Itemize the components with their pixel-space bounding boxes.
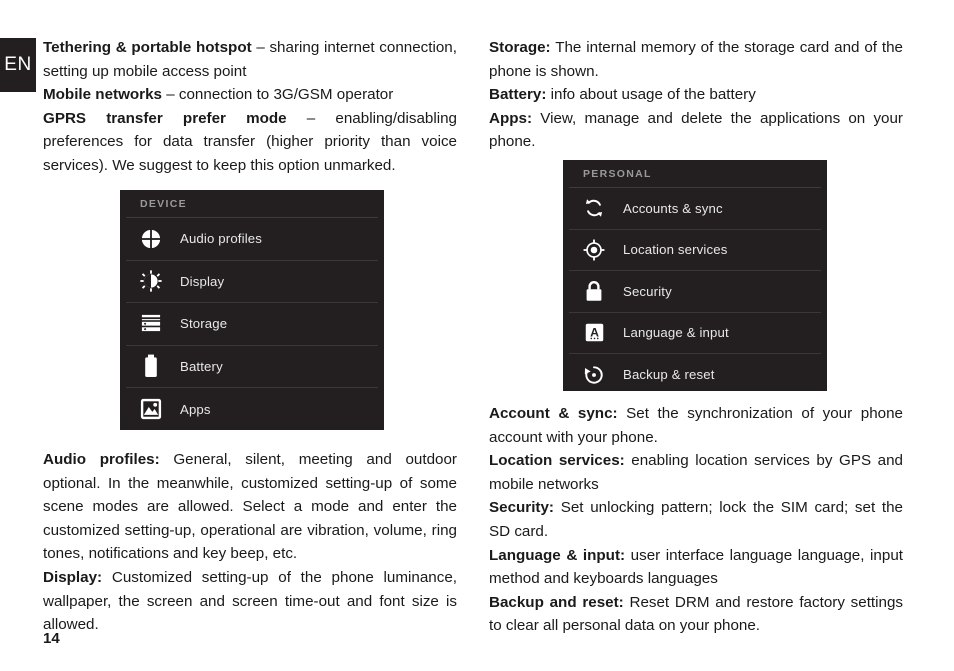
lock-icon xyxy=(579,278,609,304)
right-text-column-upper: Storage: The internal memory of the stor… xyxy=(489,36,903,154)
settings-row-label: Storage xyxy=(180,316,228,332)
sync-icon xyxy=(579,195,609,221)
settings-row-location-services[interactable]: Location services xyxy=(569,230,821,271)
term-battery: Battery: xyxy=(489,86,547,104)
paragraph-location-services: Location services: enabling location ser… xyxy=(489,449,903,496)
personal-panel-header: PERSONAL xyxy=(569,160,821,188)
settings-row-label: Backup & reset xyxy=(623,367,715,383)
term-gprs: GPRS transfer prefer mode xyxy=(43,109,287,127)
apps-image-icon xyxy=(136,396,166,422)
settings-row-label: Battery xyxy=(180,358,223,374)
settings-row-accounts-sync[interactable]: Accounts & sync xyxy=(569,188,821,230)
term-audio-profiles: Audio profiles: xyxy=(43,451,160,468)
settings-row-audio-profiles[interactable]: Audio profiles xyxy=(126,218,378,261)
paragraph-security: Security: Set unlocking pattern; lock th… xyxy=(489,496,903,543)
brightness-icon xyxy=(136,268,166,294)
paragraph-language-input: Language & input: user interface languag… xyxy=(489,544,903,591)
left-text-column: Tethering & portable hotspot – sharing i… xyxy=(43,36,457,178)
paragraph-battery: Battery: info about usage of the battery xyxy=(489,83,903,107)
battery-icon xyxy=(136,353,166,379)
settings-row-apps[interactable]: Apps xyxy=(126,388,378,431)
audio-profiles-icon xyxy=(136,226,166,252)
paragraph-storage: Storage: The internal memory of the stor… xyxy=(489,36,903,83)
paragraph-display: Display: Customized setting-up of the ph… xyxy=(43,566,457,637)
language-tab-label: EN xyxy=(4,54,32,75)
text-display: Customized setting-up of the phone lumin… xyxy=(43,568,457,634)
settings-row-label: Audio profiles xyxy=(180,231,263,247)
term-backup-reset: Backup and reset: xyxy=(489,593,624,611)
paragraph-tethering: Tethering & portable hotspot – sharing i… xyxy=(43,36,457,83)
settings-row-label: Location services xyxy=(623,242,728,258)
settings-row-battery[interactable]: Battery xyxy=(126,346,378,388)
term-location-services: Location services: xyxy=(489,452,625,470)
settings-row-label: Apps xyxy=(180,401,211,417)
personal-settings-panel: PERSONAL Accounts & sync Location servic… xyxy=(563,160,827,391)
paragraph-audio-profiles: Audio profiles: General, silent, meeting… xyxy=(43,448,457,566)
settings-row-language-input[interactable]: A Language & input xyxy=(569,313,821,354)
text-storage: The internal memory of the storage card … xyxy=(489,39,903,80)
paragraph-apps: Apps: View, manage and delete the applic… xyxy=(489,107,903,154)
device-panel-header: DEVICE xyxy=(126,190,378,218)
term-security: Security: xyxy=(489,499,554,517)
term-mobile-networks: Mobile networks xyxy=(43,86,162,104)
device-settings-panel: DEVICE Audio profiles Display Storage Ba… xyxy=(120,190,384,430)
settings-row-label: Display xyxy=(180,273,225,289)
backup-restore-icon xyxy=(579,362,609,388)
paragraph-backup-reset: Backup and reset: Reset DRM and restore … xyxy=(489,591,903,638)
paragraph-gprs: GPRS transfer prefer mode – enabling/dis… xyxy=(43,107,457,178)
term-apps: Apps: xyxy=(489,109,533,127)
svg-text:A: A xyxy=(590,326,599,340)
settings-row-label: Language & input xyxy=(623,325,729,341)
settings-row-backup-reset[interactable]: Backup & reset xyxy=(569,354,821,396)
paragraph-account-sync: Account & sync: Set the synchronization … xyxy=(489,402,903,449)
right-text-column-lower: Account & sync: Set the synchronization … xyxy=(489,402,903,638)
term-display: Display: xyxy=(43,568,103,586)
settings-row-label: Security xyxy=(623,283,672,299)
settings-row-storage[interactable]: Storage xyxy=(126,303,378,346)
term-account-sync: Account & sync: xyxy=(489,405,618,422)
settings-row-security[interactable]: Security xyxy=(569,271,821,313)
language-tab: EN xyxy=(0,38,36,92)
settings-row-label: Accounts & sync xyxy=(623,200,723,216)
text-battery: info about usage of the battery xyxy=(546,86,756,104)
left-text-column-lower: Audio profiles: General, silent, meeting… xyxy=(43,448,457,637)
term-storage: Storage: xyxy=(489,39,551,56)
page-number: 14 xyxy=(43,630,60,647)
paragraph-mobile-networks: Mobile networks – connection to 3G/GSM o… xyxy=(43,83,457,107)
storage-icon xyxy=(136,311,166,337)
term-tethering: Tethering & portable hotspot xyxy=(43,39,252,56)
text-apps: View, manage and delete the applications… xyxy=(489,109,903,151)
settings-row-display[interactable]: Display xyxy=(126,261,378,303)
location-crosshair-icon xyxy=(579,237,609,263)
keyboard-a-icon: A xyxy=(579,320,609,346)
term-language-input: Language & input: xyxy=(489,546,626,564)
text-mobile-networks: – connection to 3G/GSM operator xyxy=(162,86,394,104)
